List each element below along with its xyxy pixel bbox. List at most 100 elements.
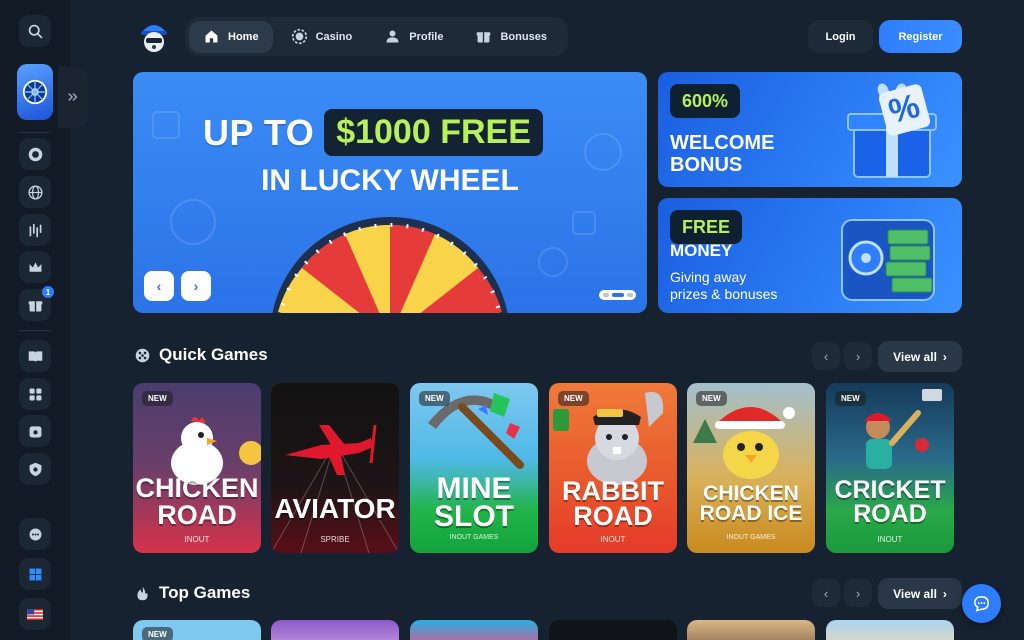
top-games-prev-button[interactable]: ‹ — [812, 579, 840, 607]
game-title-line2: ROAD — [853, 500, 927, 528]
nav-home[interactable]: Home — [189, 20, 273, 53]
sidebar-expand-button[interactable] — [58, 66, 88, 128]
gift-box-illustration: % — [847, 83, 937, 178]
promo-welcome-bonus[interactable]: % 600% WELCOME BONUS — [658, 72, 962, 187]
pagination-dot[interactable] — [626, 293, 633, 297]
chevron-right-icon: › — [942, 586, 947, 601]
login-button[interactable]: Login — [808, 20, 873, 53]
new-badge: NEW — [835, 391, 866, 406]
promo-badge: FREE — [670, 210, 743, 244]
game-card-mine-slot[interactable]: NEW MINE SLOT INOUT GAMES — [410, 383, 538, 553]
chevron-left-icon: ‹ — [823, 348, 829, 364]
trading-icon — [29, 223, 41, 237]
game-title-line2: SLOT — [434, 500, 514, 533]
chevron-right-icon: › — [855, 348, 861, 364]
chicken-santa-illustration — [693, 407, 795, 479]
promo-free-money[interactable]: FREE MONEY Giving away prizes & bonuses — [658, 198, 962, 313]
new-badge: NEW — [558, 391, 589, 406]
new-badge: NEW — [142, 627, 173, 640]
lucky-wheel-icon — [22, 79, 48, 105]
nav-bonuses[interactable]: Bonuses — [461, 21, 560, 53]
hero-highlight: $1000 FREE — [324, 109, 543, 156]
user-icon — [386, 30, 399, 43]
hero-subheadline: IN LUCKY WHEEL — [261, 164, 519, 197]
pagination-dot-active[interactable] — [611, 293, 624, 297]
game-title-line1: CHICKEN — [703, 482, 799, 505]
top-games-view-all-button[interactable]: View all › — [878, 578, 962, 609]
game-provider: INOUT — [877, 535, 903, 544]
dice-icon — [29, 388, 41, 400]
sidebar-item-support[interactable] — [19, 518, 51, 550]
search-button[interactable] — [19, 15, 51, 47]
sidebar-item-security[interactable] — [19, 453, 51, 485]
globe-icon — [27, 184, 43, 200]
new-badge: NEW — [419, 391, 450, 406]
hero-headline: UP TO $1000 FREE — [203, 109, 543, 156]
hero-banner[interactable]: UP TO $1000 FREE IN LUCKY WHEEL ‹ › — [133, 72, 647, 313]
nav-profile[interactable]: Profile — [370, 21, 457, 53]
sidebar-item-casino[interactable] — [19, 138, 51, 170]
windows-icon — [29, 568, 41, 580]
sidebar-item-vip[interactable] — [19, 251, 51, 283]
nav-label: Casino — [315, 30, 353, 43]
game-title-line1: MINE — [436, 472, 512, 505]
quick-games-view-all-button[interactable]: View all › — [878, 341, 962, 372]
game-card-rabbit-road[interactable]: NEW RABBIT ROAD INOUT — [549, 383, 677, 553]
section-title-text: Quick Games — [159, 345, 268, 364]
sidebar-item-sports[interactable] — [19, 176, 51, 208]
sidebar-item-games[interactable] — [19, 378, 51, 410]
search-icon — [28, 24, 42, 38]
top-game-card[interactable] — [826, 620, 954, 640]
hero-next-button[interactable]: › — [181, 271, 211, 301]
shield-icon — [29, 462, 41, 476]
lucky-wheel-button[interactable] — [17, 64, 53, 120]
chevron-right-icon: › — [942, 349, 947, 364]
top-game-card[interactable] — [549, 620, 677, 640]
live-chat-button[interactable] — [962, 584, 1001, 623]
top-game-card[interactable] — [410, 620, 538, 640]
game-title-line2: ROAD — [157, 500, 237, 530]
game-title-line2: ROAD — [573, 501, 653, 531]
language-selector[interactable] — [19, 598, 51, 630]
quick-games-next-button[interactable]: › — [844, 342, 872, 370]
sidebar-item-rewards[interactable] — [19, 415, 51, 447]
gift-icon — [28, 300, 42, 311]
sidebar-item-bonuses[interactable]: 1 — [19, 286, 54, 321]
sidebar-item-trading[interactable] — [19, 214, 51, 246]
mascot-logo-icon — [141, 25, 167, 52]
nav-label: Home — [228, 30, 259, 43]
casino-chip-icon — [28, 147, 42, 161]
game-provider: INOUT GAMES — [449, 534, 499, 541]
game-card-aviator[interactable]: AVIATOR SPRIBE — [271, 383, 399, 553]
sidebar-item-windows-app[interactable] — [19, 558, 51, 590]
game-card-cricket-road[interactable]: NEW CRICKET ROAD INOUT — [826, 383, 954, 553]
double-chevron-right-icon — [68, 93, 78, 101]
game-card-chicken-road-ice[interactable]: NEW CHICKEN ROAD ICE INOUT GAMES — [687, 383, 815, 553]
new-badge: NEW — [696, 391, 727, 406]
chevron-right-icon: › — [855, 585, 861, 601]
section-title-text: Top Games — [159, 583, 251, 602]
nav-label: Profile — [409, 30, 444, 43]
top-game-card[interactable]: NEW — [133, 620, 261, 640]
hero-prev-button[interactable]: ‹ — [144, 271, 174, 301]
game-provider: INOUT — [184, 535, 210, 544]
book-icon — [28, 350, 42, 362]
sidebar-item-guide[interactable] — [19, 340, 51, 372]
game-provider: INOUT GAMES — [726, 534, 776, 541]
pagination-dot[interactable] — [602, 293, 609, 297]
register-button[interactable]: Register — [879, 20, 962, 53]
nav-casino[interactable]: Casino — [277, 21, 367, 53]
game-title-line2: ROAD ICE — [699, 502, 803, 525]
fire-icon — [137, 586, 148, 600]
top-game-card[interactable] — [271, 620, 399, 640]
hero-pagination[interactable] — [599, 290, 636, 300]
game-card-chicken-road[interactable]: NEW CHICKEN ROAD INOUT — [133, 383, 261, 553]
promo-text-line1: Giving away — [670, 269, 747, 285]
top-game-card[interactable] — [687, 620, 815, 640]
quick-games-prev-button[interactable]: ‹ — [812, 342, 840, 370]
site-logo[interactable] — [136, 18, 172, 54]
money-safe-illustration — [841, 219, 935, 301]
top-games-next-button[interactable]: › — [844, 579, 872, 607]
new-badge: NEW — [142, 391, 173, 406]
sidebar-divider — [19, 330, 51, 331]
